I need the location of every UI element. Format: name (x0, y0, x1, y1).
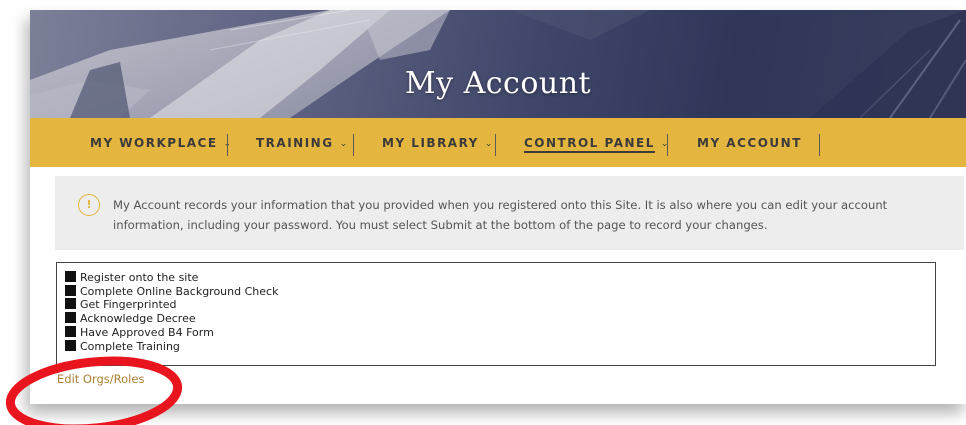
checkbox-icon[interactable] (65, 325, 76, 337)
chevron-down-icon: ⌄ (223, 139, 233, 149)
exclamation-icon: ! (78, 194, 100, 216)
info-notice: ! My Account records your information th… (55, 176, 964, 250)
chevron-down-icon: ⌄ (484, 139, 494, 149)
nav-item-label: MY WORKPLACE (90, 136, 218, 150)
check-item-label: Register onto the site (80, 271, 199, 284)
list-item: Acknowledge Decree (65, 312, 927, 326)
nav-separator (667, 134, 668, 156)
edit-orgs-roles-link[interactable]: Edit Orgs/Roles (57, 372, 144, 386)
check-item-label: Acknowledge Decree (80, 312, 196, 326)
nav-item-label: TRAINING (256, 136, 334, 150)
checkbox-icon[interactable] (65, 298, 76, 310)
list-item: Register onto the site (65, 271, 927, 285)
check-item-label: Have Approved B4 Form (80, 325, 214, 339)
notice-text: My Account records your information that… (113, 198, 888, 232)
nav-separator (495, 134, 496, 156)
registration-checklist: Register onto the site Complete Online B… (56, 262, 936, 366)
chevron-down-icon: ⌄ (660, 139, 670, 149)
nav-item-my-account[interactable]: MY ACCOUNT (697, 118, 802, 167)
nav-separator (227, 134, 228, 156)
check-item-label: Get Fingerprinted (80, 298, 177, 312)
nav-item-label: CONTROL PANEL (524, 136, 655, 150)
list-item: Have Approved B4 Form (65, 325, 927, 340)
check-item-label: Complete Online Background Check (80, 284, 279, 298)
nav-item-my-workplace[interactable]: MY WORKPLACE ⌄ (90, 118, 233, 167)
nav-separator (819, 134, 820, 156)
page-title: My Account (404, 66, 592, 101)
nav-item-training[interactable]: TRAINING ⌄ (256, 118, 349, 167)
nav-item-label: MY ACCOUNT (697, 136, 802, 150)
list-item: Complete Online Background Check (65, 284, 927, 299)
hero-banner: My Account (30, 10, 966, 118)
checkbox-icon[interactable] (65, 312, 76, 324)
checkbox-icon[interactable] (65, 271, 76, 282)
list-item: Get Fingerprinted (65, 298, 927, 312)
chevron-down-icon: ⌄ (339, 139, 349, 149)
check-item-label: Complete Training (80, 339, 180, 353)
nav-separator (353, 134, 354, 156)
nav-item-label: MY LIBRARY (382, 136, 479, 150)
checkbox-icon[interactable] (65, 284, 76, 296)
main-nav-bar: MY WORKPLACE ⌄ TRAINING ⌄ MY LIBRARY ⌄ CONT… (30, 118, 966, 167)
nav-item-my-library[interactable]: MY LIBRARY ⌄ (382, 118, 494, 167)
page-container: My Account MY WORKPLACE ⌄ TRAINING ⌄ MY LI… (30, 10, 966, 404)
nav-item-control-panel[interactable]: CONTROL PANEL ⌄ (524, 118, 670, 167)
list-item: Complete Training (65, 339, 927, 354)
cathedral-background-image (30, 10, 966, 118)
checkbox-icon[interactable] (65, 339, 76, 351)
